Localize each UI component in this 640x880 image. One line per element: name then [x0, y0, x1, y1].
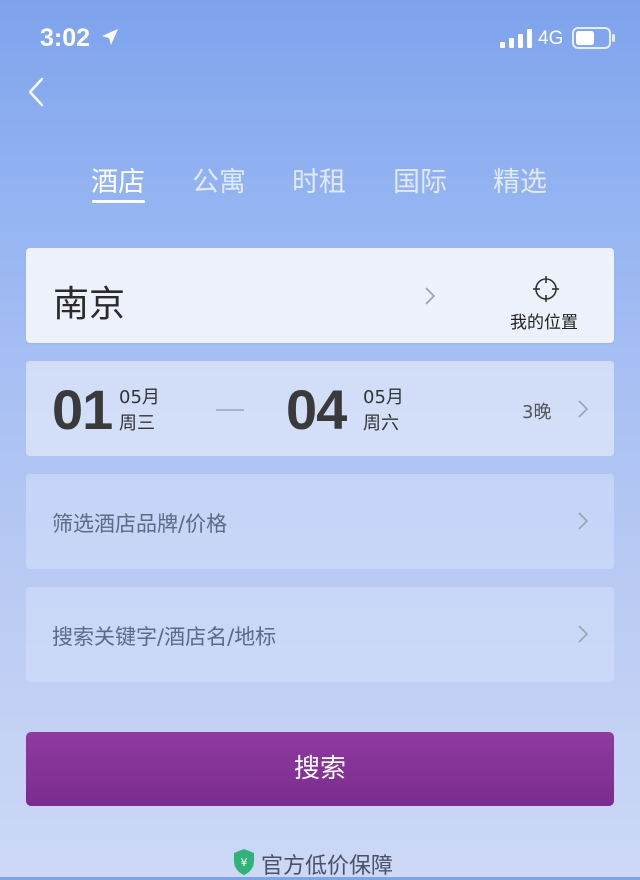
- tab-apartment[interactable]: 公寓: [192, 160, 246, 199]
- network-type: 4G: [538, 28, 564, 49]
- crosshair-icon: [533, 276, 559, 302]
- keyword-search-field[interactable]: 搜索关键字/酒店名/地标: [26, 587, 614, 682]
- nights-count: 3晚: [522, 402, 552, 423]
- checkin-month: 05月: [119, 387, 160, 408]
- brand-price-filter[interactable]: 筛选酒店品牌/价格: [26, 474, 614, 569]
- tab-hourly[interactable]: 时租: [292, 160, 346, 199]
- status-bar: 3:02 4G: [0, 0, 640, 78]
- signal-icon: [500, 29, 532, 48]
- price-guarantee-text: 官方低价保障: [261, 854, 394, 879]
- chevron-right-icon: [578, 625, 589, 643]
- filter-placeholder: 筛选酒店品牌/价格: [52, 512, 228, 536]
- tab-international[interactable]: 国际: [393, 160, 447, 199]
- location-arrow-icon: [102, 29, 118, 45]
- date-range-arrow-icon: [216, 409, 244, 411]
- checkout-month: 05月: [363, 387, 404, 408]
- checkin-weekday: 周三: [119, 413, 155, 434]
- keyword-placeholder: 搜索关键字/酒店名/地标: [52, 625, 277, 649]
- checkin-day: 01: [52, 378, 113, 441]
- shield-yuan-icon: ¥: [234, 849, 254, 875]
- checkout-day: 04: [286, 378, 347, 441]
- chevron-right-icon: [578, 400, 589, 418]
- city-selector[interactable]: 南京 我的位置: [26, 248, 614, 343]
- my-location-button[interactable]: 我的位置: [496, 270, 614, 333]
- checkout-weekday: 周六: [363, 413, 399, 434]
- search-button[interactable]: 搜索: [26, 732, 614, 806]
- chevron-right-icon: [578, 512, 589, 530]
- tab-hotel[interactable]: 酒店: [91, 160, 145, 199]
- status-time: 3:02: [40, 24, 91, 52]
- chevron-right-icon: [425, 287, 436, 305]
- battery-icon: [572, 27, 615, 49]
- yuan-symbol: ¥: [241, 856, 248, 869]
- date-selector[interactable]: 01 05月 周三 04 05月 周六 3晚: [26, 361, 614, 456]
- my-location-label: 我的位置: [510, 313, 578, 333]
- active-tab-indicator: [92, 200, 145, 203]
- city-name: 南京: [53, 284, 126, 325]
- back-button[interactable]: [24, 76, 50, 108]
- tab-featured[interactable]: 精选: [493, 160, 547, 199]
